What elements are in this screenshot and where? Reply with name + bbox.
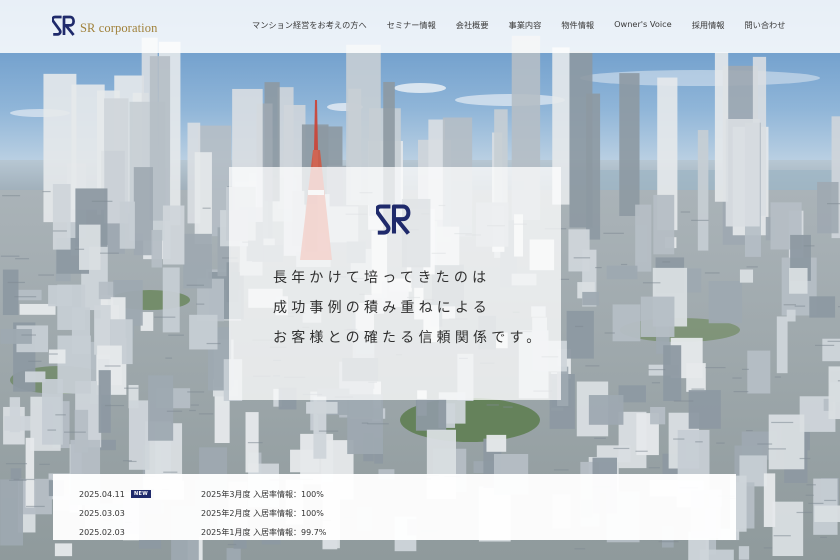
nav-item-company[interactable]: 会社概要 xyxy=(456,19,489,31)
news-list: 2025.04.11 NEW 2025年3月度 入居率情報：100% 2025.… xyxy=(53,474,736,540)
news-title-link[interactable]: 2025年3月度 入居率情報：100% xyxy=(201,489,324,500)
nav-item-business[interactable]: 事業内容 xyxy=(509,19,542,31)
tagline-line: 成功事例の積み重ねによる xyxy=(273,300,491,316)
nav-item-contact[interactable]: 問い合わせ xyxy=(744,19,785,31)
logo-mark-icon xyxy=(376,204,411,235)
nav-item-owners-voice[interactable]: Owner's Voice xyxy=(614,19,672,31)
tagline-line: 長年かけて培ってきたのは xyxy=(273,270,491,286)
hero-tagline: 長年かけて培ってきたのは 成功事例の積み重ねによる お客様との確たる信頼関係です… xyxy=(273,263,544,353)
logo-mark-icon xyxy=(52,15,75,36)
news-date: 2025.04.11 xyxy=(79,490,125,499)
brand-name: SR corporation xyxy=(80,20,158,35)
news-item[interactable]: 2025.04.11 NEW 2025年3月度 入居率情報：100% xyxy=(53,485,736,504)
news-date: 2025.02.03 xyxy=(79,528,125,537)
new-badge: NEW xyxy=(131,490,152,499)
brand-logo[interactable]: SR corporation xyxy=(52,15,157,37)
site-header: SR corporation マンション経営をお考えの方へ セミナー情報 会社概… xyxy=(0,0,840,53)
tagline-line: お客様との確たる信頼関係です。 xyxy=(273,330,545,346)
news-item[interactable]: 2025.03.03 2025年2月度 入居率情報：100% xyxy=(53,504,736,523)
news-title-link[interactable]: 2025年1月度 入居率情報：99.7% xyxy=(201,527,326,538)
nav-item-seminar[interactable]: セミナー情報 xyxy=(387,19,436,31)
nav-item-mansion-management[interactable]: マンション経営をお考えの方へ xyxy=(252,19,367,31)
main-nav: マンション経営をお考えの方へ セミナー情報 会社概要 事業内容 物件情報 Own… xyxy=(252,19,785,31)
nav-item-properties[interactable]: 物件情報 xyxy=(561,19,594,31)
news-date: 2025.03.03 xyxy=(79,509,125,518)
news-title-link[interactable]: 2025年2月度 入居率情報：100% xyxy=(201,508,324,519)
hero-message-panel: 長年かけて培ってきたのは 成功事例の積み重ねによる お客様との確たる信頼関係です… xyxy=(229,167,561,400)
news-item[interactable]: 2025.02.03 2025年1月度 入居率情報：99.7% xyxy=(53,523,736,542)
nav-item-recruit[interactable]: 採用情報 xyxy=(692,19,725,31)
